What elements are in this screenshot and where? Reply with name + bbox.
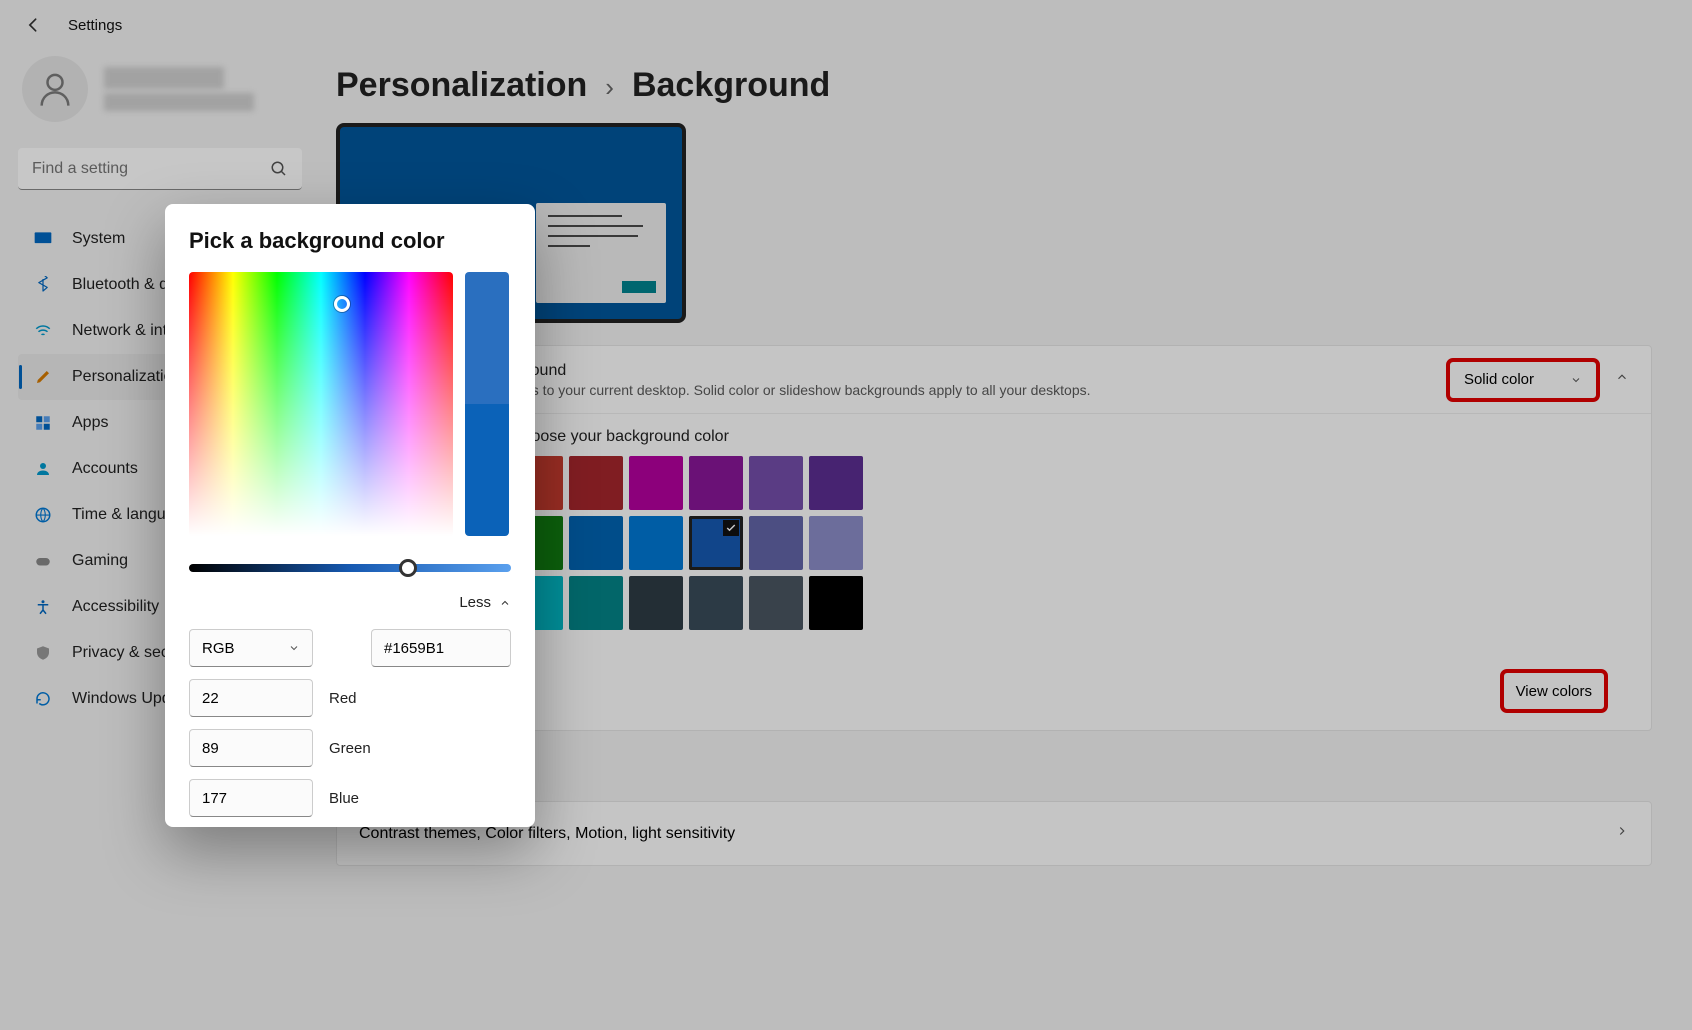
color-swatch[interactable] xyxy=(629,516,683,570)
shield-icon xyxy=(32,642,54,664)
breadcrumb-current: Background xyxy=(632,66,830,105)
background-type-dropdown[interactable]: Solid color xyxy=(1449,361,1597,399)
color-swatch[interactable] xyxy=(569,516,623,570)
dropdown-value: Solid color xyxy=(1464,371,1534,388)
nav-label: Gaming xyxy=(72,552,128,570)
color-mode-dropdown[interactable]: RGB xyxy=(189,629,313,667)
profile-name-blurred xyxy=(104,67,224,89)
breadcrumb-parent[interactable]: Personalization xyxy=(336,66,587,105)
search-input[interactable] xyxy=(18,148,302,190)
color-swatch[interactable] xyxy=(809,516,863,570)
breadcrumb: Personalization › Background xyxy=(336,66,1652,105)
nav-label: Accessibility xyxy=(72,598,159,616)
less-label: Less xyxy=(459,594,491,611)
color-swatch[interactable] xyxy=(749,456,803,510)
chevron-up-icon xyxy=(1615,370,1629,384)
slider-thumb[interactable] xyxy=(399,559,417,577)
update-icon xyxy=(32,688,54,710)
value-slider[interactable] xyxy=(189,564,511,572)
search-box[interactable] xyxy=(18,148,302,190)
color-swatch[interactable] xyxy=(749,576,803,630)
color-swatch[interactable] xyxy=(809,576,863,630)
color-picker-dialog: Pick a background color Less RGB #1659B1… xyxy=(165,204,535,827)
preview-window xyxy=(536,203,666,303)
view-colors-button[interactable]: View colors xyxy=(1503,672,1605,710)
back-button[interactable] xyxy=(24,15,44,35)
chevron-right-icon: › xyxy=(605,72,614,103)
color-swatch[interactable] xyxy=(809,456,863,510)
wifi-icon xyxy=(32,320,54,342)
nav-label: Accounts xyxy=(72,460,138,478)
profile-email-blurred xyxy=(104,93,254,111)
main-content: Personalization › Background Personalize… xyxy=(336,50,1692,866)
arrow-left-icon xyxy=(24,15,44,35)
nav-label: System xyxy=(72,230,125,248)
bluetooth-icon xyxy=(32,274,54,296)
color-swatch[interactable] xyxy=(689,516,743,570)
color-mode-value: RGB xyxy=(202,640,235,657)
chevron-up-icon xyxy=(499,597,511,609)
hex-input[interactable]: #1659B1 xyxy=(371,629,511,667)
related-subtitle: Contrast themes, Color filters, Motion, … xyxy=(359,825,1615,843)
gamepad-icon xyxy=(32,550,54,572)
blue-input[interactable]: 177 xyxy=(189,779,313,817)
person-icon xyxy=(35,69,75,109)
color-swatch[interactable] xyxy=(689,456,743,510)
monitor-icon xyxy=(32,228,54,250)
chevron-right-icon xyxy=(1615,824,1629,843)
color-swatch[interactable] xyxy=(689,576,743,630)
app-title: Settings xyxy=(68,17,122,34)
green-input[interactable]: 89 xyxy=(189,729,313,767)
less-toggle[interactable]: Less xyxy=(189,594,511,611)
swatch-title: Choose your background color xyxy=(511,428,1629,446)
hue-column[interactable] xyxy=(465,272,509,536)
apps-icon xyxy=(32,412,54,434)
chevron-down-icon xyxy=(1570,374,1582,386)
globe-icon xyxy=(32,504,54,526)
accessibility-icon xyxy=(32,596,54,618)
avatar xyxy=(22,56,88,122)
account-profile[interactable] xyxy=(18,56,302,122)
person-icon xyxy=(32,458,54,480)
nav-label: Apps xyxy=(72,414,108,432)
color-swatch[interactable] xyxy=(569,576,623,630)
search-icon xyxy=(270,160,288,178)
color-swatch[interactable] xyxy=(629,456,683,510)
button-label: View colors xyxy=(1516,683,1592,700)
dialog-title: Pick a background color xyxy=(189,228,511,254)
chevron-down-icon xyxy=(288,642,300,654)
color-swatch[interactable] xyxy=(569,456,623,510)
color-swatch[interactable] xyxy=(749,516,803,570)
swatch-grid xyxy=(509,456,909,630)
color-swatch[interactable] xyxy=(629,576,683,630)
green-label: Green xyxy=(329,740,371,757)
red-label: Red xyxy=(329,690,357,707)
red-input[interactable]: 22 xyxy=(189,679,313,717)
saturation-value-box[interactable] xyxy=(189,272,453,536)
title-bar: Settings xyxy=(0,0,1692,50)
sv-cursor[interactable] xyxy=(334,296,350,312)
paintbrush-icon xyxy=(32,366,54,388)
blue-label: Blue xyxy=(329,790,359,807)
expand-section-button[interactable] xyxy=(1615,370,1629,389)
